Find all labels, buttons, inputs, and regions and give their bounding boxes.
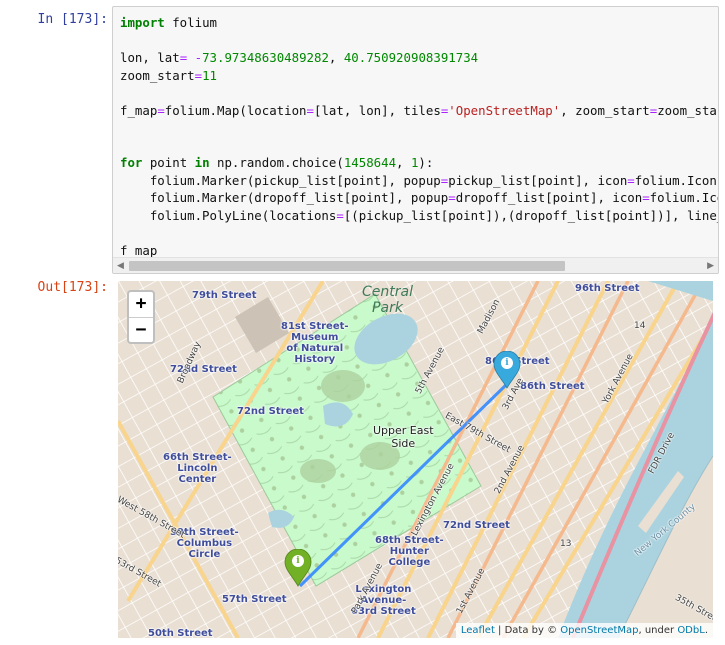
code-editor[interactable]: import folium lon, lat= -73.9734863048928… [113, 7, 718, 259]
input-prompt: In [173]: [37, 12, 108, 27]
map-attribution: Leaflet | Data by © OpenStreetMap, under… [455, 623, 713, 638]
code-line[interactable]: folium.PolyLine(locations=[(pickup_list[… [120, 207, 718, 225]
zoom-in-button[interactable]: + [129, 292, 153, 317]
pickup-marker[interactable]: i [284, 548, 312, 587]
code-line[interactable]: for point in np.random.choice(1458644, 1… [120, 154, 718, 172]
info-icon: i [292, 555, 304, 567]
map-label-upper-east-side: Upper East Side [373, 424, 434, 450]
map-label-50th-street: 50th Street [148, 628, 213, 638]
code-line[interactable] [120, 32, 718, 50]
map-label-14: 14 [634, 321, 646, 331]
map-label-57th-street: 57th Street [222, 594, 287, 605]
folium-map[interactable]: + − Central Park 79th Street 96th Street … [118, 281, 713, 638]
scroll-left-icon[interactable]: ◀ [117, 260, 124, 272]
map-label-13: 13 [560, 539, 572, 549]
info-icon: i [501, 357, 513, 369]
code-line[interactable]: folium.Marker(pickup_list[point], popup=… [120, 172, 718, 190]
code-line[interactable]: f_map=folium.Map(location=[lat, lon], ti… [120, 102, 718, 120]
map-label-central-park: Central Park [362, 284, 413, 316]
code-line[interactable] [120, 84, 718, 102]
zoom-out-button[interactable]: − [129, 317, 153, 342]
zoom-control: + − [127, 290, 155, 344]
horizontal-scrollbar[interactable]: ◀ ▶ [113, 257, 718, 273]
code-line[interactable]: import folium [120, 14, 718, 32]
code-line[interactable] [120, 224, 718, 242]
map-label-museum: 81st Street- Museum of Natural History [281, 321, 349, 365]
odbl-link[interactable]: ODbL [677, 625, 705, 636]
code-line[interactable]: lon, lat= -73.97348630489282, 40.7509209… [120, 49, 718, 67]
code-line[interactable] [120, 137, 718, 155]
attribution-text: | Data by © [494, 625, 561, 636]
scrollbar-thumb[interactable] [129, 261, 565, 271]
map-label-66th-lincoln: 66th Street- Lincoln Center [163, 452, 232, 485]
code-line[interactable] [120, 119, 718, 137]
code-line[interactable]: zoom_start=11 [120, 67, 718, 85]
map-label-68th-hunter: 68th Street- Hunter College [375, 535, 444, 568]
leaflet-link[interactable]: Leaflet [461, 625, 495, 636]
output-prompt: Out[173]: [37, 280, 108, 295]
map-label-72nd-street-west-2: 72nd Street [237, 406, 304, 417]
code-cell[interactable]: import folium lon, lat= -73.9734863048928… [112, 6, 719, 274]
code-line[interactable]: folium.Marker(dropoff_list[point], popup… [120, 189, 718, 207]
openstreetmap-link[interactable]: OpenStreetMap [560, 625, 638, 636]
map-label-72nd-street-east: 72nd Street [443, 520, 510, 531]
map-label-86th-street-b: 86th Street [520, 381, 585, 392]
map-label-96th-street: 96th Street [575, 283, 640, 294]
map-label-79th-street: 79th Street [192, 290, 257, 301]
attribution-under: , under [638, 625, 678, 636]
attribution-end: . [704, 625, 708, 636]
scroll-right-icon[interactable]: ▶ [707, 260, 714, 272]
dropoff-marker[interactable]: i [493, 350, 521, 389]
